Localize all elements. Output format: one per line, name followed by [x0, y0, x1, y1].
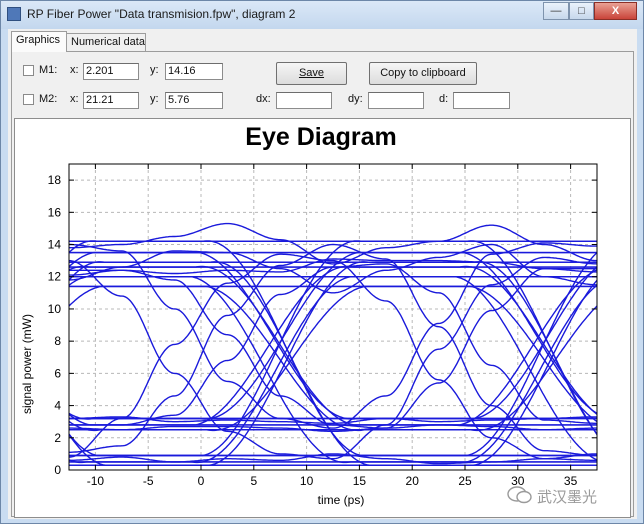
window-title: RP Fiber Power "Data transmision.fpw", d…	[27, 7, 296, 21]
app-icon	[7, 7, 21, 21]
m2-x-label: x:	[70, 93, 79, 105]
x-tick-label: 5	[250, 474, 257, 488]
save-button-label: Save	[298, 67, 325, 79]
x-tick-label: 20	[406, 474, 420, 488]
y-tick-label: 8	[54, 334, 61, 348]
y-tick-label: 14	[48, 238, 62, 252]
d-field[interactable]	[453, 92, 510, 109]
x-axis-label: time (ps)	[318, 493, 365, 507]
x-tick-label: 15	[353, 474, 367, 488]
dx-label: dx:	[256, 93, 271, 105]
title-bar[interactable]: RP Fiber Power "Data transmision.fpw", d…	[1, 1, 643, 29]
watermark: 武汉墨光	[507, 485, 635, 507]
y-tick-label: 18	[48, 173, 62, 187]
y-tick-label: 2	[54, 431, 61, 445]
m1-x-field[interactable]: 2.201	[83, 63, 139, 80]
app-window: RP Fiber Power "Data transmision.fpw", d…	[0, 0, 644, 524]
maximize-button[interactable]: □	[569, 2, 594, 20]
m2-checkbox[interactable]	[23, 94, 34, 105]
m2-y-label: y:	[150, 93, 159, 105]
dy-label: dy:	[348, 93, 363, 105]
plot-area[interactable]: Eye Diagram time (ps) signal power (mW) …	[14, 118, 631, 518]
save-button[interactable]: Save	[276, 62, 347, 85]
m2-x-field[interactable]: 21.21	[83, 92, 139, 109]
x-tick-label: -10	[87, 474, 105, 488]
m2-label: M2:	[39, 93, 58, 105]
m1-y-field[interactable]: 14.16	[165, 63, 223, 80]
x-tick-label: 0	[198, 474, 205, 488]
close-button[interactable]: X	[594, 2, 637, 20]
m1-label: M1:	[39, 64, 58, 76]
y-axis-label: signal power (mW)	[20, 314, 34, 414]
dy-field[interactable]	[368, 92, 424, 109]
tab-numerical-data[interactable]: Numerical data	[66, 33, 146, 51]
x-tick-label: -5	[143, 474, 154, 488]
m1-checkbox[interactable]	[23, 65, 34, 76]
x-tick-label: 10	[300, 474, 314, 488]
m1-y-label: y:	[150, 64, 159, 76]
wechat-icon	[507, 486, 532, 504]
chart-title: Eye Diagram	[245, 123, 396, 151]
x-tick-label: 25	[458, 474, 472, 488]
m2-y-field[interactable]: 5.76	[165, 92, 223, 109]
grid	[69, 164, 597, 471]
y-tick-label: 0	[54, 463, 61, 477]
d-label: d:	[439, 93, 449, 105]
copy-to-clipboard-button[interactable]: Copy to clipboard	[369, 62, 477, 85]
minimize-button[interactable]: —	[543, 2, 569, 20]
m1-x-label: x:	[70, 64, 79, 76]
y-tick-label: 4	[54, 399, 61, 413]
eye-diagram-chart[interactable]: Eye Diagram time (ps) signal power (mW) …	[15, 119, 630, 517]
dx-field[interactable]	[276, 92, 332, 109]
tab-graphics[interactable]: Graphics	[11, 31, 67, 52]
copy-button-label: Copy to clipboard	[380, 67, 466, 79]
y-tick-label: 12	[48, 270, 62, 284]
watermark-text: 武汉墨光	[537, 488, 598, 506]
y-tick-label: 16	[48, 205, 62, 219]
y-tick-label: 10	[48, 302, 62, 316]
y-tick-label: 6	[54, 366, 61, 380]
